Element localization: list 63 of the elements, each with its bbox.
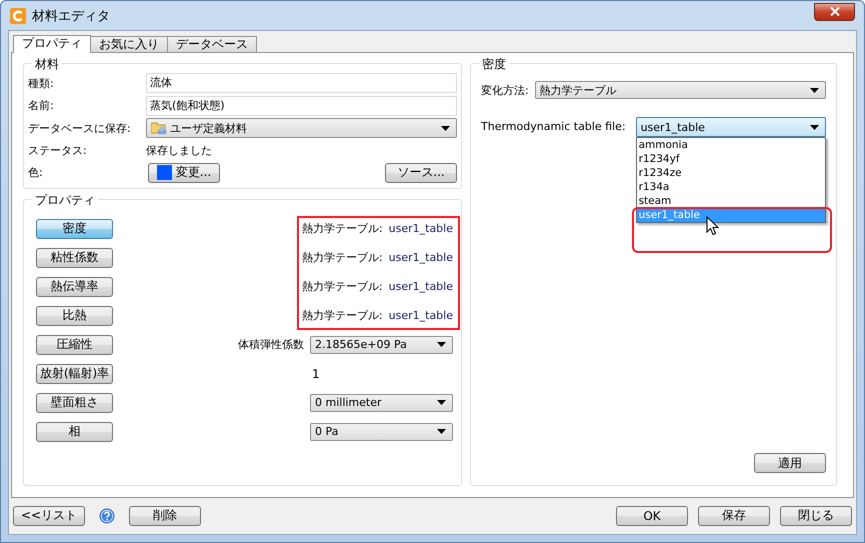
change-color-button[interactable]: 変更...	[148, 162, 220, 183]
text-field[interactable]: 流体	[146, 73, 457, 94]
dropdown[interactable]: 0 Pa	[310, 422, 453, 440]
property-button[interactable]: 粘性係数	[36, 248, 113, 268]
dropdown[interactable]: user1_table	[636, 117, 826, 137]
field-label: ステータス:	[28, 142, 88, 158]
help-icon[interactable]	[99, 508, 115, 524]
property-label: 熱力学テーブル:	[302, 308, 383, 323]
dropdown-option[interactable]: steam	[636, 194, 825, 208]
source-button[interactable]: ソース...	[385, 162, 457, 183]
window-title: 材料エディタ	[32, 8, 110, 24]
property-button[interactable]: 壁面粗さ	[36, 392, 113, 412]
caret-icon	[437, 400, 446, 405]
caret-icon	[437, 342, 446, 347]
field-label: 名前:	[28, 98, 55, 114]
property-button[interactable]: 圧縮性	[36, 334, 113, 354]
field-label: 種類:	[28, 76, 55, 91]
dropdown-option[interactable]: ammonia	[636, 138, 825, 152]
close-button[interactable]	[814, 2, 855, 20]
close-dialog-button[interactable]: 閉じる	[780, 506, 852, 526]
dropdown[interactable]: ユーザ定義材料	[146, 118, 457, 138]
dropdown[interactable]: 2.18565e+09 Pa	[310, 336, 453, 354]
group-title: 材料	[32, 56, 62, 73]
property-label: 熱力学テーブル:	[302, 250, 383, 265]
property-label: 熱力学テーブル:	[302, 279, 383, 294]
property-label: 体積弾性係数	[238, 337, 304, 352]
property-button[interactable]: 密度	[36, 218, 113, 238]
property-value: user1_table	[388, 280, 453, 293]
field-label: Thermodynamic table file:	[481, 119, 626, 135]
save-button[interactable]: 保存	[698, 506, 770, 526]
field-label: データベースに保存:	[28, 120, 132, 136]
apply-button[interactable]: 適用	[754, 453, 826, 473]
ok-button[interactable]: OK	[616, 506, 688, 526]
property-label: 熱力学テーブル:	[302, 221, 383, 236]
field-label: 色:	[28, 165, 44, 180]
tab[interactable]: お気に入り	[90, 36, 168, 52]
property-button[interactable]: 比熱	[36, 306, 113, 326]
property-button[interactable]: 相	[36, 422, 113, 442]
property-button[interactable]: 熱伝導率	[36, 276, 113, 296]
text-field[interactable]: 蒸気(飽和状態)	[146, 96, 457, 116]
dropdown[interactable]: 0 millimeter	[310, 394, 453, 412]
close-icon	[830, 7, 840, 16]
caret-icon	[810, 88, 819, 92]
dropdown-option[interactable]: r134a	[636, 180, 825, 194]
caret-icon	[437, 429, 446, 434]
tab[interactable]: データベース	[167, 36, 257, 52]
property-value: 1	[311, 366, 321, 380]
dropdown[interactable]: 熱力学テーブル	[534, 81, 826, 99]
field-label: 変化方法:	[481, 82, 529, 98]
status-text: 保存しました	[146, 142, 212, 158]
property-button[interactable]: 放射(輻射)率	[36, 364, 113, 384]
caret-icon	[441, 126, 450, 131]
property-value: user1_table	[388, 309, 453, 322]
caret-icon	[810, 124, 819, 130]
dropdown-option[interactable]: r1234ze	[636, 166, 825, 180]
property-value: user1_table	[388, 222, 453, 235]
tab[interactable]: プロパティ	[13, 35, 91, 53]
delete-button[interactable]: 削除	[129, 506, 201, 526]
property-value: user1_table	[388, 251, 453, 264]
dropdown-option[interactable]: r1234yf	[636, 152, 825, 166]
list-button[interactable]: <<リスト	[13, 506, 85, 526]
folder-icon	[151, 120, 167, 136]
app-logo-icon	[10, 8, 26, 24]
